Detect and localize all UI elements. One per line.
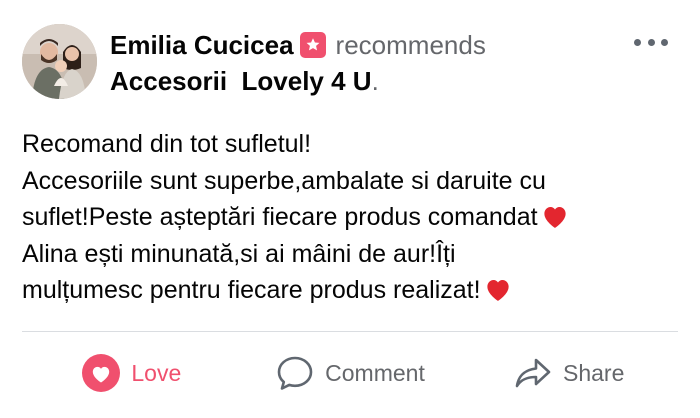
avatar-photo [22, 24, 97, 99]
love-label: Love [131, 359, 182, 386]
more-dot [661, 38, 668, 46]
more-dot [647, 38, 655, 46]
body-line: mulțumesc pentru fiecare produs realizat… [22, 272, 690, 309]
body-line: Accesoriile sunt superbe,ambalate si dar… [22, 166, 546, 195]
post-body: Recomand din tot sufletul! Accesoriile s… [22, 126, 690, 309]
page-name-link[interactable]: Accesorii Lovely 4 U [110, 66, 372, 97]
post-header: Emilia Cucicea recommends Accesorii Love… [22, 24, 682, 104]
comment-button[interactable]: Comment [241, 340, 460, 406]
recommendation-post: Emilia Cucicea recommends Accesorii Love… [0, 0, 700, 418]
share-label: Share [562, 359, 625, 386]
body-line: Recomand din tot sufletul! [22, 130, 312, 158]
author-name[interactable]: Emilia Cucicea [110, 30, 294, 61]
body-line: suflet!Peste așteptări fiecare produs co… [22, 199, 690, 236]
avatar[interactable] [22, 24, 97, 99]
red-heart-icon [486, 280, 509, 301]
love-button[interactable]: Love [22, 340, 241, 406]
author-line: Emilia Cucicea recommends [110, 28, 486, 62]
body-line-text: mulțumesc pentru fiecare produs realizat… [22, 276, 481, 304]
body-line-text: suflet!Peste așteptări fiecare produs co… [22, 203, 538, 231]
recommend-star-icon [299, 32, 326, 58]
recommends-text: recommends [335, 29, 486, 60]
divider [22, 331, 678, 332]
page-line: Accesorii Lovely 4 U . [110, 64, 379, 98]
page-name-period: . [371, 65, 379, 96]
share-icon [513, 353, 553, 393]
more-options-icon[interactable] [634, 32, 668, 52]
more-dot [634, 38, 641, 46]
red-heart-icon [543, 207, 566, 228]
comment-icon [275, 353, 315, 393]
comment-label: Comment [325, 359, 425, 386]
love-icon [81, 353, 121, 393]
body-line: Alina ești minunată,si ai mâini de aur!Î… [22, 239, 456, 268]
share-button[interactable]: Share [459, 340, 678, 406]
action-bar: Love Comment Share [22, 340, 678, 406]
